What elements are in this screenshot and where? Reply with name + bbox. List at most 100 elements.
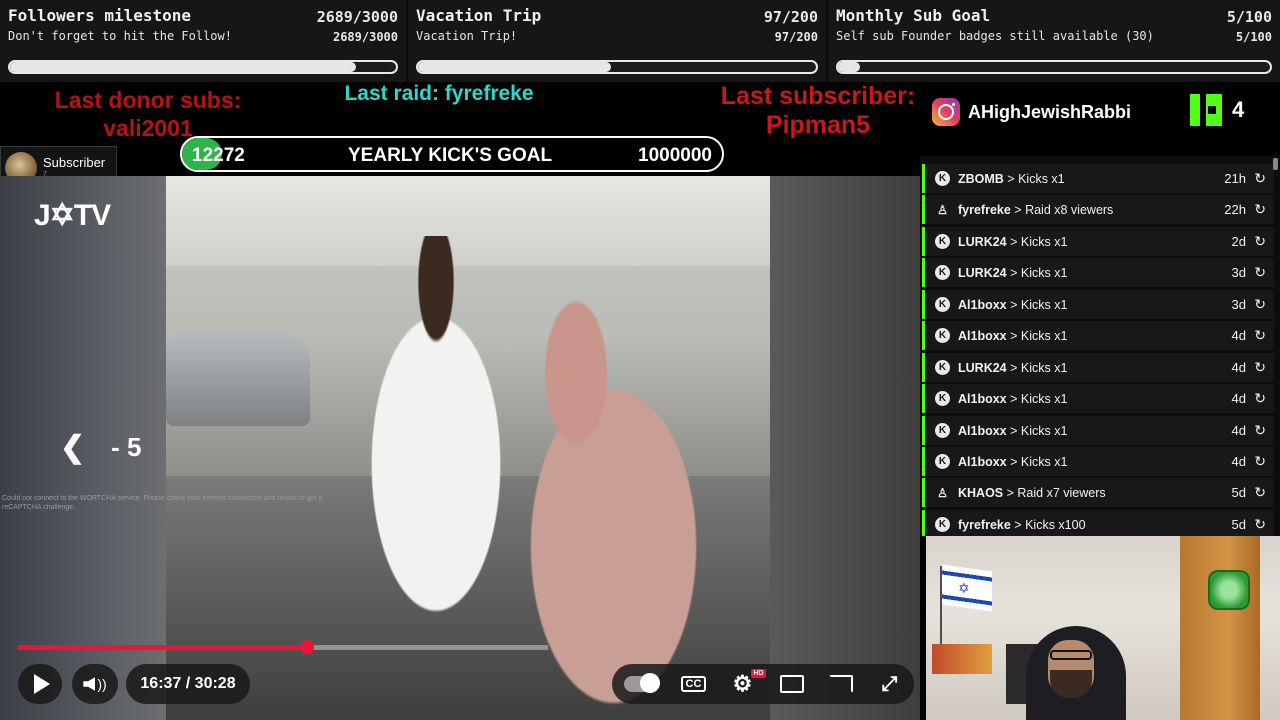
seek-bar[interactable]	[18, 640, 548, 654]
volume-button[interactable]: ))	[72, 664, 118, 704]
chevron-left-icon: ❮	[60, 431, 86, 464]
event-action: Kicks x1	[1020, 234, 1068, 249]
goal-subtitle: Self sub Founder badges still available …	[836, 29, 1154, 43]
event-time: 4d	[1231, 328, 1246, 343]
goal-title: Vacation Trip	[416, 6, 542, 25]
goal-count: 97/200	[763, 8, 818, 26]
autoplay-toggle[interactable]	[623, 673, 660, 693]
event-row: K LURK24 > Kicks x1 3d ↻	[922, 258, 1274, 287]
kick-coin-icon: K	[935, 234, 950, 249]
goal-count: 2689/3000	[316, 8, 398, 26]
last-donor-label: Last donor subs:	[54, 87, 242, 113]
event-user: ZBOMB	[958, 171, 1004, 186]
goal-count-small: 2689/3000	[332, 30, 398, 44]
events-panel[interactable]: K ZBOMB > Kicks x1 21h ↻ ♙ fyrefreke > R…	[920, 156, 1280, 536]
time-display: 16:37 / 30:28	[126, 664, 250, 704]
theater-mode-button[interactable]	[779, 673, 805, 695]
yearly-goal: 12272 YEARLY KICK'S GOAL 1000000	[180, 136, 724, 172]
event-row: ♙ fyrefreke > Raid x8 viewers 22h ↻	[922, 195, 1274, 224]
event-action: Kicks x1	[1020, 391, 1068, 406]
replay-icon[interactable]: ↻	[1254, 453, 1266, 470]
event-user: fyrefreke	[958, 517, 1011, 532]
event-action: Kicks x1	[1018, 171, 1065, 186]
goal-progress-fill	[10, 62, 356, 72]
event-user: LURK24	[958, 265, 1007, 280]
webcam-door	[1180, 536, 1260, 720]
player-controls-right: CC ⚙ HD ⤢	[612, 664, 914, 704]
replay-icon[interactable]: ↻	[1254, 201, 1266, 218]
wall-poster	[932, 644, 992, 674]
yearly-goal-target: 1000000	[638, 145, 712, 166]
replay-icon[interactable]: ↻	[1254, 264, 1266, 281]
goal-subtitle: Vacation Trip!	[416, 29, 518, 43]
event-action: Kicks x1	[1020, 454, 1068, 469]
event-user: Al1boxx	[958, 328, 1007, 343]
replay-icon[interactable]: ↻	[1254, 422, 1266, 439]
replay-icon[interactable]: ↻	[1254, 233, 1266, 250]
star-of-david-icon: ✡	[958, 580, 970, 596]
instagram-name: AHighJewishRabbi	[968, 101, 1132, 122]
cast-icon	[828, 675, 853, 693]
replay-icon[interactable]: ↻	[1254, 516, 1266, 533]
cast-button[interactable]	[828, 673, 854, 695]
event-time: 4d	[1231, 423, 1246, 438]
replay-icon[interactable]: ↻	[1254, 296, 1266, 313]
event-time: 4d	[1231, 360, 1246, 375]
raid-icon: ♙	[937, 202, 948, 217]
last-subscriber: Last subscriber: Pipman5	[706, 82, 930, 140]
webcam-feed: ✡	[926, 536, 1280, 720]
kick-coin-icon: K	[935, 265, 950, 280]
yearly-goal-current: 12272	[192, 145, 245, 166]
video-player[interactable]: J✡TV ❮ - 5 Could not connect to the WORT…	[0, 176, 920, 720]
scene-car	[166, 331, 310, 426]
event-row: K fyrefreke > Kicks x100 5d ↻	[922, 510, 1274, 536]
event-user: LURK24	[958, 234, 1007, 249]
events-scrollbar[interactable]	[1273, 158, 1278, 170]
kick-coin-icon: K	[935, 360, 950, 375]
replay-icon[interactable]: ↻	[1254, 484, 1266, 501]
kick-coin-icon: K	[935, 297, 950, 312]
cc-icon: CC	[680, 676, 707, 692]
monthly-sub-goal: Monthly Sub Goal Self sub Founder badges…	[828, 0, 1280, 82]
event-user: Al1boxx	[958, 454, 1007, 469]
last-subscriber-name: Pipman5	[765, 111, 871, 139]
event-row: K Al1boxx > Kicks x1 4d ↻	[922, 416, 1274, 445]
instagram-icon	[932, 98, 960, 126]
settings-button[interactable]: ⚙ HD	[730, 669, 766, 696]
kick-coin-icon: K	[935, 454, 950, 469]
kick-coin-icon: K	[935, 423, 950, 438]
kick-coin-icon: K	[935, 171, 950, 186]
replay-icon[interactable]: ↻	[1254, 359, 1266, 376]
event-user: KHAOS	[958, 485, 1004, 500]
goal-bars: Followers milestone Don't forget to hit …	[0, 0, 1280, 82]
goal-progress-track	[416, 60, 818, 74]
event-row: K Al1boxx > Kicks x1 4d ↻	[922, 321, 1274, 350]
video-blur-right	[770, 176, 920, 720]
captcha-error-text: Could not connect to the WORTCHA service…	[2, 495, 323, 511]
event-time: 21h	[1224, 171, 1246, 186]
theater-icon	[779, 675, 804, 693]
goal-count-small: 97/200	[774, 30, 818, 44]
subscriber-label: Subscriber	[43, 155, 106, 170]
green-lamp	[1208, 570, 1250, 610]
replay-icon[interactable]: ↻	[1254, 390, 1266, 407]
seek-handle[interactable]	[299, 640, 314, 654]
event-user: fyrefreke	[958, 202, 1011, 217]
event-row: K Al1boxx > Kicks x1 4d ↻	[922, 447, 1274, 476]
captions-button[interactable]: CC	[680, 673, 707, 695]
event-row: K Al1boxx > Kicks x1 3d ↻	[922, 290, 1274, 319]
event-row: K LURK24 > Kicks x1 2d ↻	[922, 227, 1274, 256]
kick-count: 4	[1232, 97, 1245, 122]
goal-progress-track	[836, 60, 1272, 74]
fullscreen-button[interactable]: ⤢	[877, 673, 903, 695]
event-action: Kicks x1	[1020, 360, 1068, 375]
replay-icon[interactable]: ↻	[1254, 327, 1266, 344]
event-time: 3d	[1231, 297, 1246, 312]
replay-icon[interactable]: ↻	[1254, 170, 1266, 187]
goal-progress-fill	[838, 62, 860, 72]
kick-badge: 4	[1190, 94, 1244, 126]
goal-progress-track	[8, 60, 398, 74]
play-button[interactable]	[18, 664, 62, 704]
event-action: Raid x7 viewers	[1017, 485, 1106, 500]
last-donor: Last donor subs: vali2001	[30, 86, 266, 142]
